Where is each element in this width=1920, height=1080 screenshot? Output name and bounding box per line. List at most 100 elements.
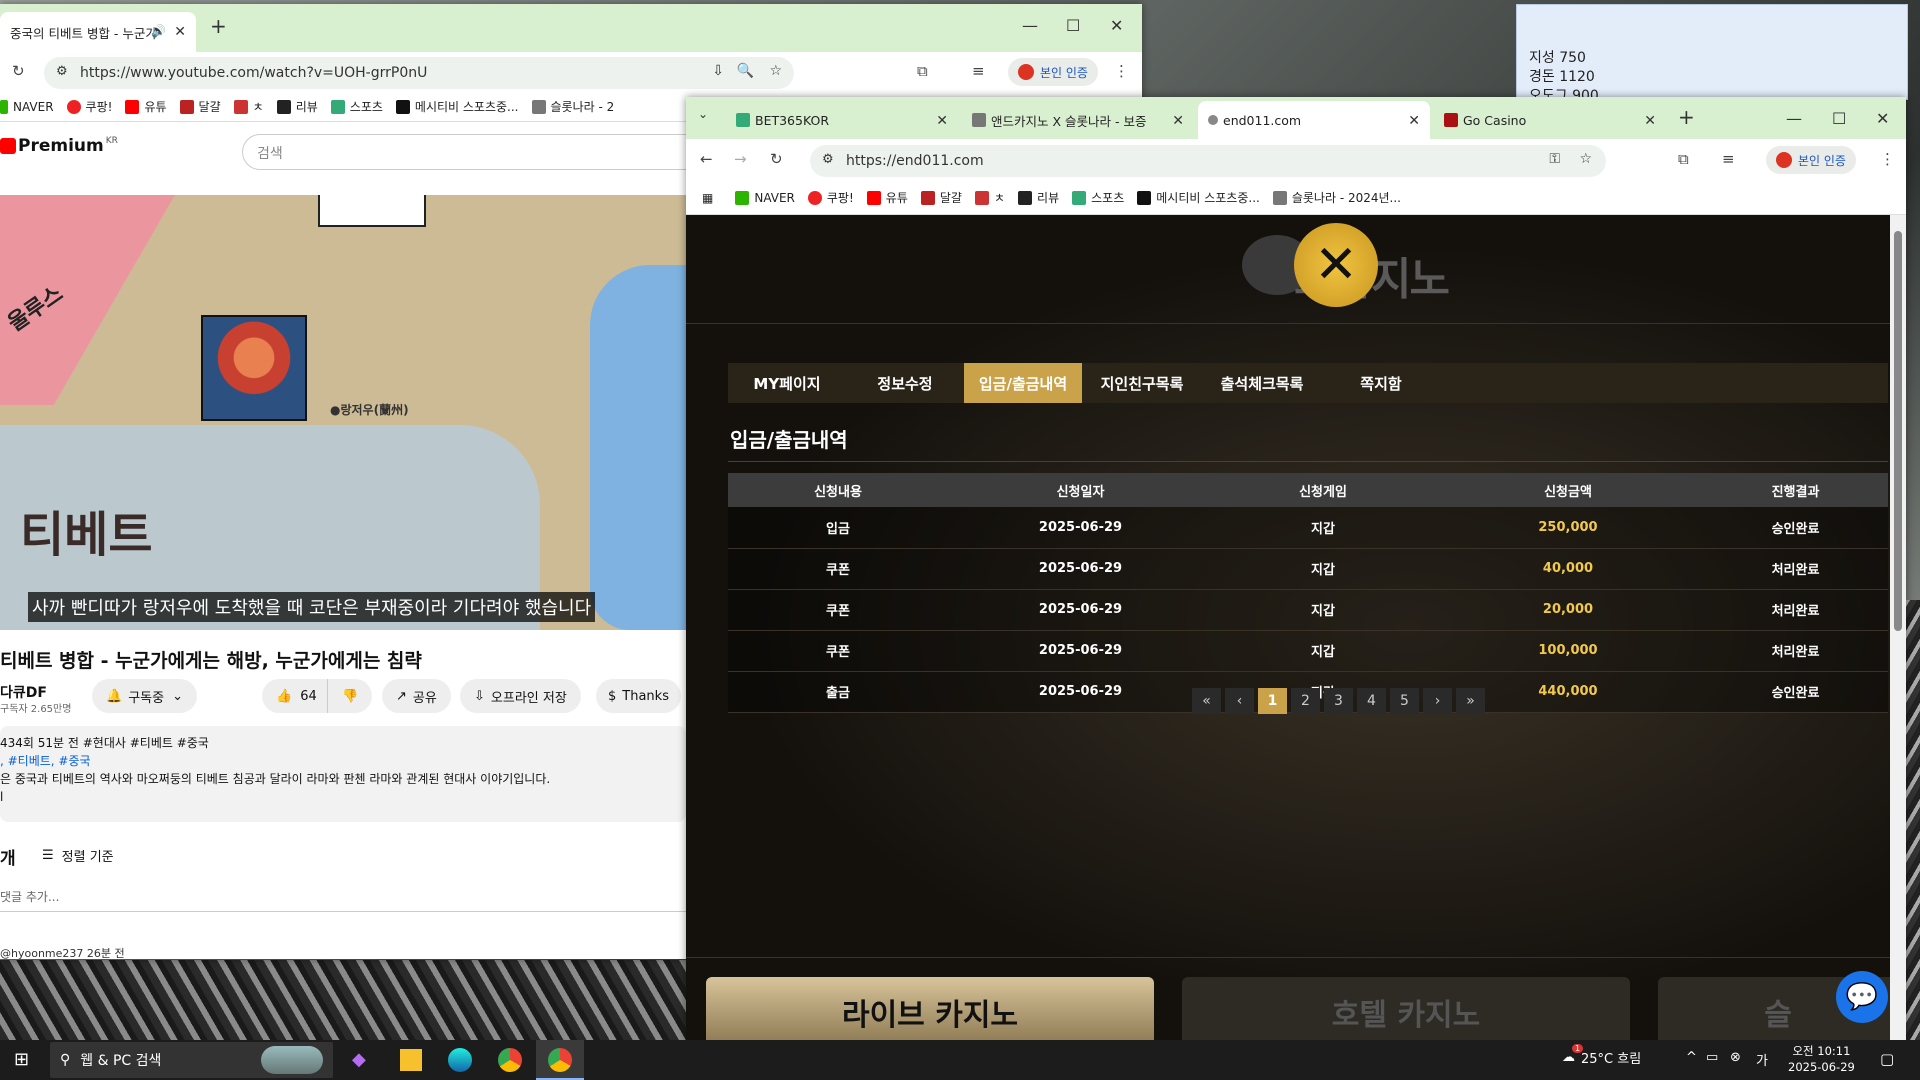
profile-button[interactable]: 본인 인증 <box>1008 58 1098 86</box>
youtube-logo[interactable]: Premium KR <box>0 136 118 156</box>
bookmark-coupang[interactable]: 쿠팡! <box>807 189 854 206</box>
weather-widget[interactable]: ☁ 1 25°C 흐림 <box>1562 1044 1641 1067</box>
download-button[interactable]: ⇩ 오프라인 저장 <box>460 679 581 713</box>
thanks-button[interactable]: $ Thanks <box>596 679 681 713</box>
comment-author[interactable]: @hyoonme237 26분 전 <box>0 945 125 961</box>
sticky-notes-icon[interactable] <box>400 1049 422 1071</box>
page-4[interactable]: 4 <box>1357 688 1386 714</box>
speaker-icon[interactable]: 🔊 <box>151 24 166 38</box>
youtube-search-input[interactable]: 검색 <box>242 134 692 170</box>
maximize-icon[interactable]: ☐ <box>1832 109 1846 128</box>
forward-icon[interactable]: → <box>734 150 747 168</box>
tab-bet365[interactable]: BET365KOR ✕ <box>726 101 958 139</box>
page-2[interactable]: 2 <box>1291 688 1320 714</box>
apps-grid-icon[interactable]: ▦ <box>702 191 713 205</box>
tab-andcasino[interactable]: 앤드카지노 X 슬롯나라 - 보증 ✕ <box>962 101 1194 139</box>
clock[interactable]: 오전 10:11 2025-06-29 <box>1788 1043 1855 1075</box>
install-icon[interactable]: ⇩ <box>712 63 724 79</box>
banner-hotel-casino[interactable]: 호텔 카지노 <box>1182 977 1630 1040</box>
close-window-icon[interactable]: ✕ <box>1876 109 1889 128</box>
maximize-icon[interactable]: ☐ <box>1066 16 1080 35</box>
menu-item-mypage[interactable]: MY페이지 <box>728 363 846 403</box>
menu-item-attendance[interactable]: 출석체크목록 <box>1202 363 1322 403</box>
volume-muted-icon[interactable]: ⊗ <box>1730 1050 1741 1065</box>
dislike-button[interactable]: 👎 <box>327 679 373 713</box>
like-button[interactable]: 👍 64 <box>262 679 331 713</box>
close-tab-icon[interactable]: ✕ <box>936 113 948 129</box>
page-last[interactable]: » <box>1456 688 1485 714</box>
channel-name[interactable]: 다큐DF <box>0 682 47 702</box>
chevron-up-icon[interactable]: ^ <box>1686 1050 1697 1065</box>
bookmark-slotnara[interactable]: 슬롯나라 - 2024년... <box>1272 189 1401 206</box>
tab-gocasino[interactable]: Go Casino ✕ <box>1434 101 1666 139</box>
bookmark-naver[interactable]: NAVER <box>0 99 54 114</box>
bookmark-naver[interactable]: NAVER <box>735 190 795 205</box>
close-window-icon[interactable]: ✕ <box>1110 16 1123 35</box>
notifications-icon[interactable]: ▢ <box>1880 1050 1894 1068</box>
bookmark-review[interactable]: 리뷰 <box>1018 189 1059 206</box>
bookmark-sports[interactable]: 스포츠 <box>330 98 383 115</box>
menu-kebab-icon[interactable]: ⋮ <box>1880 150 1895 168</box>
tab-end011[interactable]: end011.com ✕ <box>1198 101 1430 139</box>
profile-button[interactable]: 본인 인증 <box>1766 146 1856 174</box>
media-icon[interactable]: ≡ <box>972 62 985 80</box>
bookmark-ch[interactable]: ㅊ <box>233 98 264 115</box>
zoom-icon[interactable]: 🔍 <box>737 63 754 79</box>
close-tab-icon[interactable]: ✕ <box>1644 113 1656 129</box>
tab-youtube[interactable]: 중국의 티베트 병합 - 누군가 🔊 ✕ <box>0 12 196 52</box>
desc-tags[interactable]: , #티베트, #중국 <box>0 752 686 770</box>
page-3[interactable]: 3 <box>1324 688 1353 714</box>
close-tab-icon[interactable]: ✕ <box>1408 113 1420 129</box>
close-tab-icon[interactable]: ✕ <box>1172 113 1184 129</box>
taskbar-search-input[interactable]: ⚲ 웹 & PC 검색 <box>50 1042 333 1078</box>
page-first[interactable]: « <box>1192 688 1221 714</box>
menu-item-friends[interactable]: 지인친구목록 <box>1082 363 1202 403</box>
bookmark-sports[interactable]: 스포츠 <box>1072 189 1124 206</box>
page-5[interactable]: 5 <box>1390 688 1419 714</box>
menu-item-history[interactable]: 입금/출금내역 <box>964 363 1082 403</box>
extensions-icon[interactable]: ⧉ <box>1678 150 1689 168</box>
omnibox[interactable]: ⚙ https://end011.com ⚿ ☆ <box>810 145 1606 177</box>
bookmark-slotnara[interactable]: 슬롯나라 - 2 <box>531 98 614 115</box>
bookmark-mesitv[interactable]: 메시티비 스포츠중... <box>395 98 519 115</box>
network-icon[interactable]: ▭ <box>1706 1050 1718 1065</box>
new-tab-icon[interactable]: + <box>210 14 227 38</box>
key-icon[interactable]: ⚿ <box>1549 151 1560 167</box>
bookmark-mesitv[interactable]: 메시티비 스포츠중... <box>1137 189 1260 206</box>
edge-icon[interactable] <box>448 1048 472 1072</box>
bookmark-egg[interactable]: 달걀 <box>179 98 221 115</box>
chrome-icon[interactable] <box>498 1048 522 1072</box>
page-1[interactable]: 1 <box>1258 688 1287 714</box>
bookmark-ch[interactable]: ㅊ <box>974 189 1005 206</box>
site-info-icon[interactable]: ⚙ <box>56 64 68 79</box>
scrollbar-thumb[interactable] <box>1894 231 1902 631</box>
ime-icon[interactable]: 가 <box>1756 1050 1768 1069</box>
minimize-icon[interactable]: — <box>1786 109 1802 128</box>
menu-kebab-icon[interactable]: ⋮ <box>1114 62 1129 80</box>
extensions-icon[interactable]: ⧉ <box>917 62 928 80</box>
star-icon[interactable]: ☆ <box>769 63 782 79</box>
comment-input[interactable]: 댓글 추가... <box>0 888 686 912</box>
new-tab-icon[interactable]: + <box>1678 105 1695 129</box>
video-player[interactable]: 울루스 ●랑저우(蘭州) 티베트 사까 빤디따가 랑저우에 도착했을 때 코단은… <box>0 195 686 630</box>
menu-item-messages[interactable]: 쪽지함 <box>1322 363 1440 403</box>
video-description[interactable]: 434회 51분 전 #현대사 #티베트 #중국 , #티베트, #중국 은 중… <box>0 726 686 822</box>
close-tab-icon[interactable]: ✕ <box>174 24 186 40</box>
media-icon[interactable]: ≡ <box>1722 150 1735 168</box>
site-info-icon[interactable]: ⚙ <box>822 152 834 167</box>
back-icon[interactable]: ← <box>700 150 713 168</box>
omnibox[interactable]: ⚙ https://www.youtube.com/watch?v=UOH-gr… <box>44 57 794 89</box>
share-button[interactable]: ↗ 공유 <box>382 679 451 713</box>
bookmark-egg[interactable]: 달걀 <box>920 189 962 206</box>
banner-live-casino[interactable]: 라이브 카지노 <box>706 977 1154 1040</box>
bookmark-review[interactable]: 리뷰 <box>276 98 318 115</box>
close-popup-button[interactable]: ✕ <box>1294 223 1378 307</box>
bookmark-youtube[interactable]: 유튜 <box>125 98 167 115</box>
chat-button[interactable]: 💬 <box>1836 971 1888 1023</box>
copilot-icon[interactable]: ◆ <box>352 1049 366 1070</box>
reload-icon[interactable]: ↻ <box>770 150 783 168</box>
star-icon[interactable]: ☆ <box>1579 151 1592 167</box>
bookmark-youtube[interactable]: 유튜 <box>866 189 908 206</box>
minimize-icon[interactable]: — <box>1022 16 1038 35</box>
sort-button[interactable]: ☰ 정렬 기준 <box>42 846 114 865</box>
